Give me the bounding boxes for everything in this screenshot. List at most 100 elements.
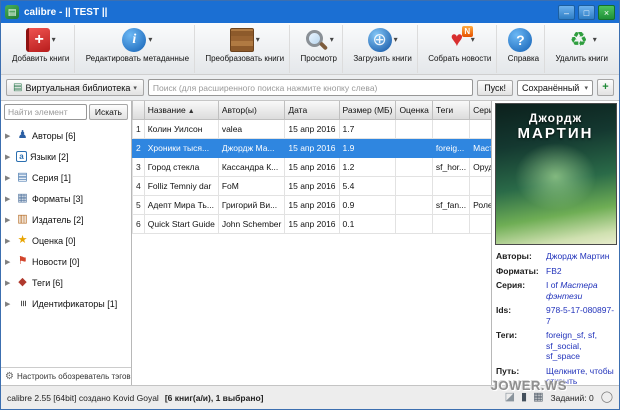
tag-browser-item[interactable]: ▶ ♟ Авторы [6] [1, 125, 131, 146]
book-row[interactable]: 2Хроники тыся...Джордж Ма...15 апр 20161… [133, 138, 492, 157]
maximize-button[interactable]: □ [578, 5, 595, 20]
cell-series[interactable] [470, 214, 491, 233]
book-details-toggle-icon[interactable]: ▮ [521, 392, 527, 403]
cell-date[interactable]: 15 апр 2016 [285, 195, 339, 214]
cell-date[interactable]: 15 апр 2016 [285, 119, 339, 138]
book-row[interactable]: 4Folliz Temniy darFoM15 апр 20165.4 [133, 176, 492, 195]
cell-series[interactable] [470, 119, 491, 138]
cell-series[interactable]: Мастер... [470, 138, 491, 157]
cell-size[interactable]: 0.1 [339, 214, 396, 233]
expand-arrow-icon[interactable]: ▶ [5, 279, 13, 287]
expand-arrow-icon[interactable]: ▶ [5, 300, 13, 308]
cell-authors[interactable]: John Schember [218, 214, 285, 233]
cell-date[interactable]: 15 апр 2016 [285, 214, 339, 233]
tag-browser-item[interactable]: ▶ ▦ Форматы [3] [1, 188, 131, 209]
cell-date[interactable]: 15 апр 2016 [285, 138, 339, 157]
field-value[interactable]: I of Мастера фэнтези [546, 280, 616, 301]
cell-date[interactable]: 15 апр 2016 [285, 176, 339, 195]
chevron-down-icon[interactable]: ▾ [256, 35, 260, 44]
tag-browser-item[interactable]: ▶ ▥ Издатель [2] [1, 209, 131, 230]
configure-tag-browser-button[interactable]: ⚙ Настроить обозреватель тэгов [1, 367, 131, 385]
virtual-library-button[interactable]: ▤ Виртуальная библиотека ▾ [6, 79, 144, 96]
expand-arrow-icon[interactable]: ▶ [5, 132, 13, 140]
cell-rating[interactable] [396, 138, 432, 157]
toolbar-button[interactable]: + ▾ Добавить книги [7, 25, 75, 73]
cell-num[interactable]: 3 [133, 157, 145, 176]
column-header[interactable]: Оценка [396, 101, 432, 119]
toolbar-button[interactable]: ⊕ ▾ Загрузить книги [348, 25, 418, 73]
expand-arrow-icon[interactable]: ▶ [5, 195, 13, 203]
tag-browser-toggle-icon[interactable]: ◪ [505, 392, 515, 403]
tag-browser-item[interactable]: ▶ ◆ Теги [6] [1, 272, 131, 293]
tag-browser-item[interactable]: ▶ ▤ Серия [1] [1, 167, 131, 188]
column-header[interactable]: Серия [470, 101, 491, 119]
save-search-button[interactable]: + [597, 79, 614, 96]
cover-grid-toggle-icon[interactable]: ▦ [533, 392, 543, 403]
field-value[interactable]: Щелкните, чтобы открыть [546, 366, 616, 386]
cell-tags[interactable]: foreig... [432, 138, 469, 157]
cell-tags[interactable]: sf_fan... [432, 195, 469, 214]
column-header[interactable]: Размер (МБ) [339, 101, 396, 119]
cell-title[interactable]: Хроники тыся... [144, 138, 218, 157]
expand-arrow-icon[interactable]: ▶ [5, 216, 13, 224]
toolbar-button[interactable]: ▾ Просмотр [295, 25, 343, 73]
toolbar-button[interactable]: i ▾ Редактировать метаданные [81, 25, 195, 73]
toolbar-button[interactable]: ♥N ▾ Собрать новости [423, 25, 497, 73]
cell-date[interactable]: 15 апр 2016 [285, 157, 339, 176]
cell-authors[interactable]: Григорий Ви... [218, 195, 285, 214]
saved-search-dropdown[interactable]: Сохранённый ▾ [517, 80, 593, 96]
cell-title[interactable]: Адепт Мира Ть... [144, 195, 218, 214]
tag-find-button[interactable]: Искать [89, 104, 128, 120]
field-value[interactable]: FB2 [546, 266, 616, 277]
cell-authors[interactable]: Кассандра К... [218, 157, 285, 176]
column-header[interactable]: Название▲ [144, 101, 218, 119]
chevron-down-icon[interactable]: ▾ [148, 35, 152, 44]
book-cover[interactable]: Джордж МАРТИН [495, 103, 617, 245]
toolbar-button[interactable]: ▾ Преобразовать книги [200, 25, 290, 73]
toolbar-button[interactable]: ? ▾ Справка [503, 25, 545, 73]
book-row[interactable]: 5Адепт Мира Ть...Григорий Ви...15 апр 20… [133, 195, 492, 214]
tag-browser-item[interactable]: ▶ ★ Оценка [0] [1, 230, 131, 251]
cell-num[interactable]: 5 [133, 195, 145, 214]
toolbar-button[interactable]: ♻ ▾ Удалить книги [550, 25, 613, 73]
cell-size[interactable]: 1.7 [339, 119, 396, 138]
cell-title[interactable]: Город стекла [144, 157, 218, 176]
expand-arrow-icon[interactable]: ▶ [5, 237, 13, 245]
field-value[interactable]: Джордж Мартин [546, 251, 616, 262]
cell-tags[interactable] [432, 119, 469, 138]
cell-rating[interactable] [396, 119, 432, 138]
search-go-button[interactable]: Пуск! [477, 80, 513, 96]
column-header[interactable]: Теги [432, 101, 469, 119]
cell-num[interactable]: 4 [133, 176, 145, 195]
cell-title[interactable]: Quick Start Guide [144, 214, 218, 233]
cell-tags[interactable] [432, 176, 469, 195]
cell-rating[interactable] [396, 214, 432, 233]
tag-browser-item[interactable]: ▶ ⚑ Новости [0] [1, 251, 131, 272]
cell-size[interactable]: 1.9 [339, 138, 396, 157]
cell-authors[interactable]: FoM [218, 176, 285, 195]
book-row[interactable]: 6Quick Start GuideJohn Schember15 апр 20… [133, 214, 492, 233]
cell-rating[interactable] [396, 195, 432, 214]
chevron-down-icon[interactable]: ▾ [52, 35, 56, 44]
column-header[interactable]: Дата [285, 101, 339, 119]
cell-num[interactable]: 2 [133, 138, 145, 157]
cell-size[interactable]: 1.2 [339, 157, 396, 176]
minimize-button[interactable]: – [558, 5, 575, 20]
cell-size[interactable]: 5.4 [339, 176, 396, 195]
expand-arrow-icon[interactable]: ▶ [5, 153, 13, 161]
field-value[interactable]: 978-5-17-080897-7 [546, 305, 616, 326]
cell-num[interactable]: 6 [133, 214, 145, 233]
chevron-down-icon[interactable]: ▾ [330, 35, 334, 44]
cell-tags[interactable] [432, 214, 469, 233]
book-row[interactable]: 1Колин Уилсонvalea15 апр 20161.7 [133, 119, 492, 138]
cell-num[interactable]: 1 [133, 119, 145, 138]
tag-browser-item[interactable]: ▶ ≡ Идентификаторы [1] [1, 293, 131, 314]
cell-series[interactable]: Ролеви... [470, 195, 491, 214]
chevron-down-icon[interactable]: ▾ [593, 35, 597, 44]
cell-rating[interactable] [396, 157, 432, 176]
cell-authors[interactable]: valea [218, 119, 285, 138]
expand-arrow-icon[interactable]: ▶ [5, 174, 13, 182]
cell-rating[interactable] [396, 176, 432, 195]
column-header[interactable]: Автор(ы) [218, 101, 285, 119]
chevron-down-icon[interactable]: ▾ [394, 35, 398, 44]
